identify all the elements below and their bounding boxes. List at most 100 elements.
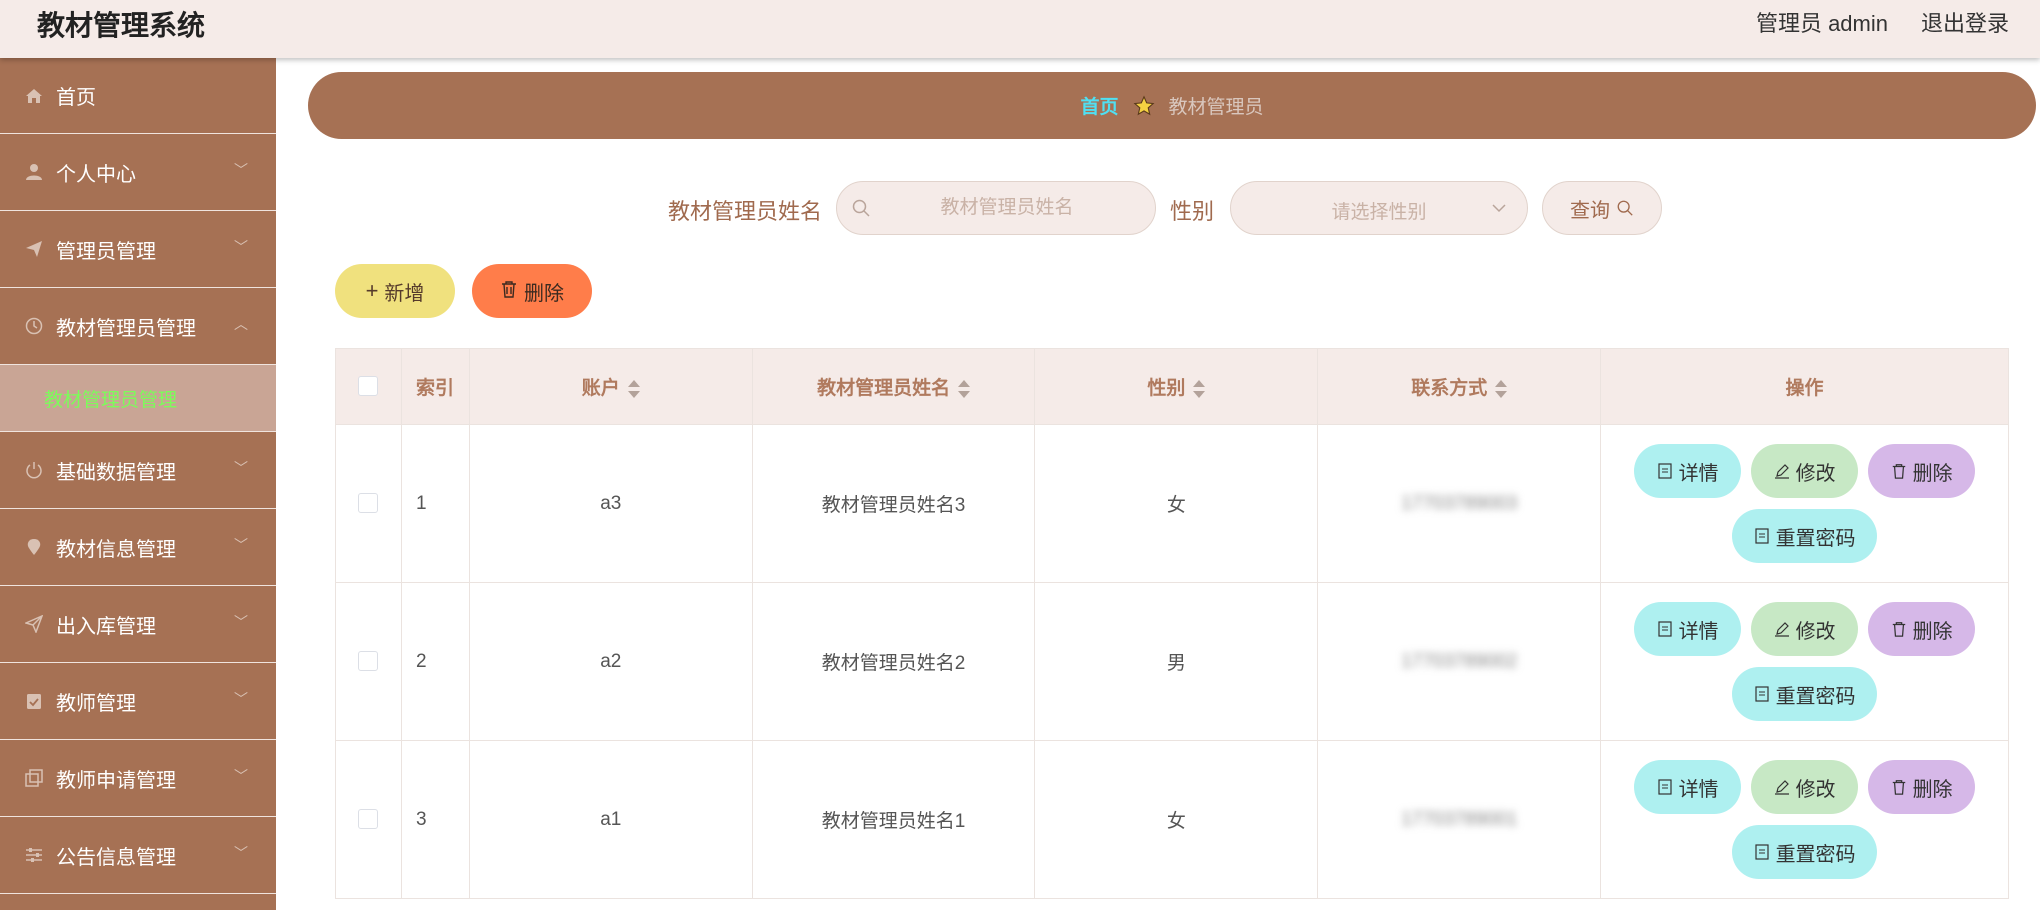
sidebar-item-textbook-info-management[interactable]: 教材信息管理 ﹀: [0, 509, 276, 586]
column-header-label: 性别: [1147, 378, 1186, 399]
select-all-cell: [335, 348, 402, 425]
name-search-field[interactable]: [836, 181, 1156, 235]
sidebar-item-basic-data-management[interactable]: 基础数据管理 ﹀: [0, 432, 276, 509]
sidebar-item-label: 管理员管理: [56, 240, 156, 263]
pencil-icon: [1774, 779, 1790, 795]
sidebar-item-label: 首页: [56, 87, 96, 109]
trash-icon: [1891, 779, 1907, 795]
home-icon: [24, 86, 44, 106]
sidebar-item-label: 教材信息管理: [56, 538, 176, 561]
delete-button[interactable]: 删除: [1868, 444, 1976, 498]
sidebar-item-personal-center[interactable]: 个人中心 ﹀: [0, 134, 276, 211]
column-header-label: 教材管理员姓名: [817, 378, 951, 399]
row-checkbox[interactable]: [358, 809, 379, 830]
row-contact: 17703789003: [1401, 492, 1518, 514]
breadcrumb: 首页 教材管理员: [308, 72, 2036, 139]
row-checkbox[interactable]: [358, 493, 379, 514]
sidebar-item-label: 教材管理员管理: [56, 317, 196, 340]
row-checkbox[interactable]: [358, 651, 379, 672]
reset-password-button[interactable]: 重置密码: [1732, 509, 1878, 563]
sidebar-item-label: 教师管理: [56, 692, 136, 715]
gender-select[interactable]: 请选择性别: [1230, 181, 1528, 235]
breadcrumb-home[interactable]: 首页: [1080, 92, 1118, 119]
column-header-label: 账户: [581, 378, 620, 399]
delete-button[interactable]: 删除: [1868, 760, 1976, 814]
chevron-down-icon: ﹀: [234, 239, 248, 255]
batch-delete-button[interactable]: 删除: [472, 264, 592, 318]
search-icon: [852, 199, 870, 217]
chevron-down-icon: ﹀: [234, 460, 248, 476]
edit-button[interactable]: 修改: [1751, 602, 1859, 656]
paper-plane-icon: [24, 614, 44, 634]
delete-button[interactable]: 删除: [1868, 602, 1976, 656]
row-name: 教材管理员姓名2: [751, 582, 1036, 741]
row-select-cell: [335, 424, 402, 583]
power-icon: [24, 460, 44, 480]
edit-button[interactable]: 修改: [1751, 444, 1859, 498]
reset-password-button[interactable]: 重置密码: [1732, 825, 1878, 879]
sidebar-item-home[interactable]: 首页: [0, 58, 276, 134]
reset-password-button[interactable]: 重置密码: [1732, 667, 1878, 721]
row-actions: 详情 修改 删除 重置密码: [1600, 424, 2009, 583]
row-contact-cell: 17703789003: [1317, 424, 1602, 583]
document-icon: [1754, 686, 1770, 702]
column-header-name[interactable]: 教材管理员姓名: [751, 348, 1036, 425]
sort-icon[interactable]: [1495, 379, 1508, 398]
row-contact-cell: 17703789001: [1317, 740, 1602, 899]
top-header: 教材管理系统 管理员 admin 退出登录: [0, 0, 2040, 58]
sidebar-item-label: 出入库管理: [56, 615, 156, 638]
row-account: a2: [468, 582, 753, 741]
logout-link[interactable]: 退出登录: [1921, 6, 2009, 38]
reset-password-label: 重置密码: [1775, 527, 1856, 550]
batch-delete-label: 删除: [524, 282, 564, 305]
sidebar-item-label: 个人中心: [56, 163, 136, 186]
star-icon: [1133, 94, 1154, 115]
chevron-down-icon: ﹀: [234, 614, 248, 630]
row-actions: 详情 修改 删除 重置密码: [1600, 582, 2009, 741]
search-icon: [1617, 200, 1633, 216]
search-bar: 教材管理员姓名 性别 请选择性别 查询: [308, 181, 2040, 235]
query-button[interactable]: 查询: [1542, 181, 1662, 235]
sidebar-item-inventory-management[interactable]: 出入库管理 ﹀: [0, 586, 276, 663]
detail-button[interactable]: 详情: [1634, 444, 1742, 498]
sidebar-item-announcement-management[interactable]: 公告信息管理 ﹀: [0, 817, 276, 894]
pencil-icon: [1774, 463, 1790, 479]
name-search-input[interactable]: [877, 182, 1137, 234]
query-button-label: 查询: [1570, 199, 1610, 222]
chevron-down-icon: ﹀: [234, 845, 248, 861]
chevron-up-icon: ︿: [234, 316, 248, 332]
sidebar-item-teacher-management[interactable]: 教师管理 ﹀: [0, 663, 276, 740]
row-contact: 17703789001: [1401, 808, 1518, 830]
detail-button[interactable]: 详情: [1634, 602, 1742, 656]
column-header-account[interactable]: 账户: [468, 348, 753, 425]
sidebar-item-admin-management[interactable]: 管理员管理 ﹀: [0, 211, 276, 288]
sort-icon[interactable]: [627, 379, 640, 398]
trash-icon: [1891, 463, 1907, 479]
document-icon: [1754, 528, 1770, 544]
chevron-down-icon: ﹀: [234, 691, 248, 707]
sort-icon[interactable]: [1193, 379, 1206, 398]
select-all-checkbox[interactable]: [358, 376, 379, 397]
gender-label: 性别: [1170, 199, 1215, 224]
column-header-gender[interactable]: 性别: [1034, 348, 1319, 425]
row-index: 2: [400, 582, 470, 741]
sort-icon[interactable]: [958, 379, 971, 398]
delete-button-label: 删除: [1912, 778, 1953, 801]
sidebar-item-teacher-application-management[interactable]: 教师申请管理 ﹀: [0, 740, 276, 817]
detail-button[interactable]: 详情: [1634, 760, 1742, 814]
submenu-item-textbook-admin-management[interactable]: 教材管理员管理: [0, 365, 276, 432]
sidebar-item-label: 公告信息管理: [56, 846, 176, 869]
chevron-down-icon: ﹀: [234, 768, 248, 784]
row-gender: 男: [1034, 582, 1319, 741]
edit-button[interactable]: 修改: [1751, 760, 1859, 814]
add-button[interactable]: + 新增: [335, 264, 455, 318]
clipboard-icon: [24, 691, 44, 711]
pencil-icon: [1774, 621, 1790, 637]
row-gender: 女: [1034, 740, 1319, 899]
sidebar-item-textbook-admin-management[interactable]: 教材管理员管理 ︿: [0, 288, 276, 365]
document-icon: [1657, 621, 1673, 637]
column-header-contact[interactable]: 联系方式: [1317, 348, 1602, 425]
sidebar: 首页 个人中心 ﹀ 管理员管理 ﹀ 教材管理员管理 ︿ 教材管理员管理 基础数据…: [0, 58, 276, 910]
edit-button-label: 修改: [1795, 620, 1836, 643]
document-icon: [1657, 779, 1673, 795]
